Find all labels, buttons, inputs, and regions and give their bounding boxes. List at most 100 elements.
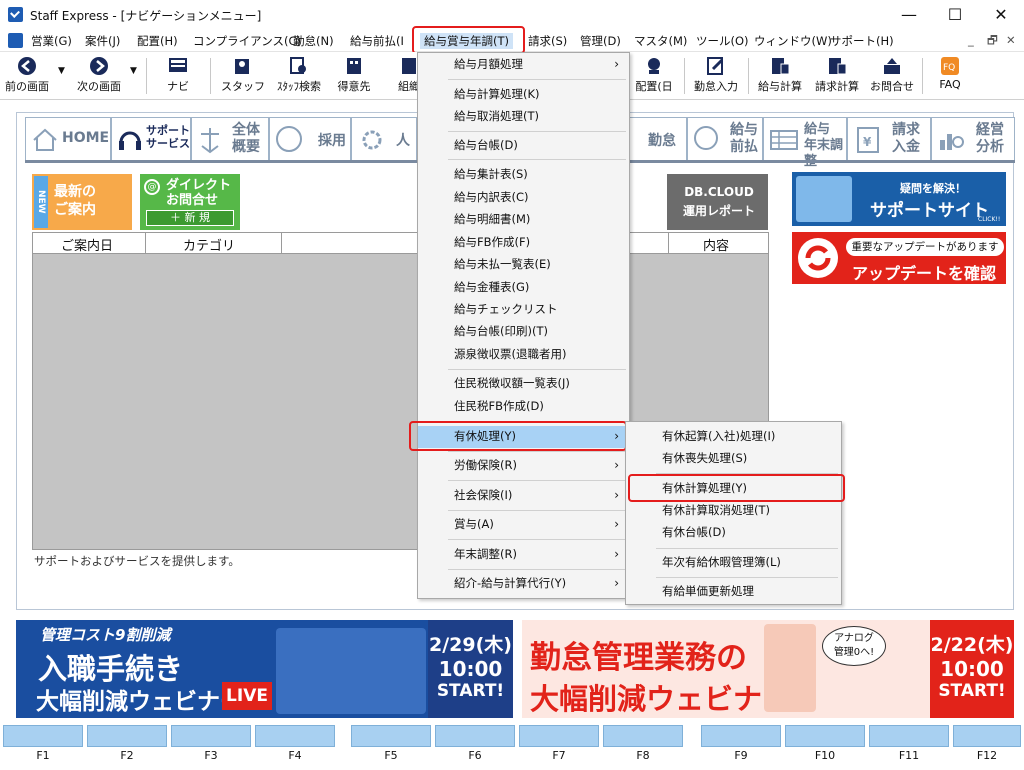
webinar-ad-attendance[interactable]: 勤怠管理業務の 大幅削減ウェビナー アナログ 管理0へ! 2/22(木) 10:… bbox=[522, 620, 1014, 718]
inquiry-button[interactable]: お問合せ bbox=[866, 52, 918, 100]
staff-button[interactable]: スタッフ bbox=[220, 52, 266, 100]
paid-leave-submenu: 有休起算(入社)処理(I) 有休喪失処理(S) 有休計算処理(Y) 有休計算取消… bbox=[625, 421, 842, 605]
back-dropdown-icon[interactable]: ▼ bbox=[58, 66, 65, 76]
f8-key[interactable] bbox=[603, 725, 683, 747]
menu-item-denomination[interactable]: 給与金種表(G) bbox=[418, 277, 629, 298]
update-banner[interactable]: 重要なアップデートがあります アップデートを確認 bbox=[792, 232, 1006, 284]
f2-key[interactable] bbox=[87, 725, 167, 747]
f9-key[interactable] bbox=[701, 725, 781, 747]
menu-item-monthly-payroll[interactable]: 給与月額処理 › bbox=[418, 54, 629, 75]
minimize-button[interactable]: — bbox=[886, 0, 932, 30]
f1-key[interactable] bbox=[3, 725, 83, 747]
menu-master[interactable]: マスタ(M) bbox=[634, 33, 687, 49]
submenu-item-leave-unit-update[interactable]: 有給単価更新処理 bbox=[626, 581, 841, 602]
column-category[interactable]: カテゴリ bbox=[183, 235, 235, 254]
menu-item-resident-tax-fb[interactable]: 住民税FB作成(D) bbox=[418, 396, 629, 417]
tab-personnel[interactable]: 人 bbox=[351, 117, 417, 161]
menu-item-payslip[interactable]: 給与明細書(M) bbox=[418, 209, 629, 230]
staff-search-button[interactable]: ｽﾀｯﾌ検索 bbox=[272, 52, 326, 100]
menu-billing[interactable]: 請求(S) bbox=[528, 33, 567, 49]
menu-item-social-insurance[interactable]: 社会保険(I) › bbox=[418, 485, 629, 506]
submenu-item-leave-forfeit[interactable]: 有休喪失処理(S) bbox=[626, 448, 841, 469]
tab-analytics[interactable]: 経営 分析 bbox=[931, 117, 1015, 161]
daily-placement-button[interactable]: 配置(日 bbox=[630, 52, 678, 100]
mdi-close-button[interactable]: ✕ bbox=[1006, 33, 1016, 47]
forward-dropdown-icon[interactable]: ▼ bbox=[130, 66, 137, 76]
menu-admin[interactable]: 管理(D) bbox=[580, 33, 621, 49]
payroll-table-icon bbox=[770, 130, 798, 150]
faq-button[interactable]: FQ FAQ bbox=[930, 52, 970, 100]
f10-key[interactable] bbox=[785, 725, 865, 747]
tab-billing[interactable]: ¥ 請求 入金 bbox=[847, 117, 931, 161]
customer-button[interactable]: 得意先 bbox=[332, 52, 376, 100]
back-button[interactable]: 前の画面 bbox=[2, 52, 52, 100]
menu-prepay[interactable]: 給与前払(I bbox=[350, 33, 404, 49]
menu-item-checklist[interactable]: 給与チェックリスト bbox=[418, 299, 629, 320]
column-content[interactable]: 内容 bbox=[703, 235, 729, 254]
maximize-button[interactable]: ☐ bbox=[932, 0, 978, 30]
menu-project[interactable]: 案件(J) bbox=[85, 33, 120, 49]
f3-key[interactable] bbox=[171, 725, 251, 747]
menu-compliance[interactable]: コンプライアンス(C) bbox=[193, 33, 301, 49]
menu-item-labor-insurance[interactable]: 労働保険(R) › bbox=[418, 455, 629, 476]
column-date[interactable]: ご案内日 bbox=[61, 235, 113, 254]
tab-home[interactable]: HOME bbox=[25, 117, 111, 161]
menu-item-payroll-calc[interactable]: 給与計算処理(K) bbox=[418, 84, 629, 105]
menu-item-referral-payroll[interactable]: 紹介-給与計算代行(Y) › bbox=[418, 573, 629, 594]
menu-item-payroll-fb[interactable]: 給与FB作成(F) bbox=[418, 232, 629, 253]
payroll-dropdown-menu: 給与月額処理 › 給与計算処理(K) 給与取消処理(T) 給与台帳(D) 給与集計… bbox=[417, 52, 630, 599]
close-button[interactable]: ✕ bbox=[978, 0, 1024, 30]
attendance-input-button[interactable]: 勤怠入力 bbox=[690, 52, 742, 100]
mdi-minimize-button[interactable]: _ bbox=[968, 33, 974, 47]
menu-sales[interactable]: 営業(G) bbox=[31, 33, 72, 49]
payroll-calc-button[interactable]: 給与計算 bbox=[754, 52, 806, 100]
forward-button[interactable]: 次の画面 bbox=[72, 52, 126, 100]
latest-info-button[interactable]: NEW 最新の ご案内 bbox=[32, 174, 132, 230]
new-tag: NEW bbox=[34, 176, 48, 228]
menu-item-payroll-summary[interactable]: 給与集計表(S) bbox=[418, 164, 629, 185]
menu-item-payroll-cancel[interactable]: 給与取消処理(T) bbox=[418, 106, 629, 127]
menu-attendance[interactable]: 勤怠(N) bbox=[293, 33, 334, 49]
invoice-yen-icon: ¥ bbox=[857, 127, 879, 153]
direct-inquiry-button[interactable]: ダイレクト お問合せ @ ＋ 新 規 bbox=[140, 174, 240, 230]
info-table-header: ご案内日 カテゴリ 内容 bbox=[32, 232, 769, 254]
f11-key[interactable] bbox=[869, 725, 949, 747]
submenu-item-leave-start[interactable]: 有休起算(入社)処理(I) bbox=[626, 426, 841, 447]
f12-key[interactable] bbox=[953, 725, 1021, 747]
tab-overview[interactable]: 全体 概要 bbox=[191, 117, 269, 161]
tab-prepay[interactable]: 給与 前払 bbox=[687, 117, 763, 161]
menu-item-ledger-print[interactable]: 給与台帳(印刷)(T) bbox=[418, 321, 629, 342]
billing-calc-button[interactable]: 請求計算 bbox=[810, 52, 864, 100]
mdi-app-icon bbox=[8, 33, 23, 48]
tab-payroll-yearend[interactable]: 給与 年末調整 bbox=[763, 117, 847, 169]
menu-item-withholding-slip[interactable]: 源泉徴収票(退職者用) bbox=[418, 344, 629, 365]
f7-key[interactable] bbox=[519, 725, 599, 747]
menu-item-resident-tax-list[interactable]: 住民税徴収額一覧表(J) bbox=[418, 373, 629, 394]
attendance-edit-icon bbox=[707, 57, 724, 75]
f4-key[interactable] bbox=[255, 725, 335, 747]
menu-tools[interactable]: ツール(O) bbox=[696, 33, 749, 49]
f5-key[interactable] bbox=[351, 725, 431, 747]
menu-support[interactable]: サポート(H) bbox=[830, 33, 894, 49]
svg-text:¥: ¥ bbox=[863, 135, 872, 149]
mdi-restore-button[interactable]: 🗗 bbox=[987, 33, 998, 52]
menu-item-bonus[interactable]: 賞与(A) › bbox=[418, 514, 629, 535]
menu-window[interactable]: ウィンドウ(W) bbox=[754, 33, 832, 49]
tab-attendance[interactable]: 勤怠 bbox=[625, 117, 687, 161]
submenu-item-leave-register[interactable]: 年次有給休暇管理簿(L) bbox=[626, 552, 841, 573]
menu-placement[interactable]: 配置(H) bbox=[137, 33, 178, 49]
menu-item-year-end-adjustment[interactable]: 年末調整(R) › bbox=[418, 544, 629, 565]
menu-item-payroll-ledger[interactable]: 給与台帳(D) bbox=[418, 135, 629, 156]
menu-item-payroll-breakdown[interactable]: 給与内訳表(C) bbox=[418, 187, 629, 208]
menu-item-unpaid-list[interactable]: 給与未払一覧表(E) bbox=[418, 254, 629, 275]
navi-button[interactable]: ナビ bbox=[158, 52, 198, 100]
db-cloud-report-button[interactable]: DB.CLOUD 運用レポート bbox=[667, 174, 768, 230]
submenu-item-leave-ledger[interactable]: 有休台帳(D) bbox=[626, 522, 841, 543]
submenu-item-leave-calc-cancel[interactable]: 有休計算取消処理(T) bbox=[626, 500, 841, 521]
tab-recruit[interactable]: 採用 bbox=[269, 117, 351, 161]
support-site-banner[interactable]: 疑問を解決！ サポートサイト CLICK!! bbox=[792, 172, 1006, 226]
webinar-ad-onboarding[interactable]: 管理コスト9割削減 入職手続き 大幅削減ウェビナー LIVE 2/29(木) 1… bbox=[16, 620, 513, 718]
submenu-arrow-icon: › bbox=[614, 458, 619, 472]
f6-key[interactable] bbox=[435, 725, 515, 747]
tab-support-service[interactable]: サポート サービス bbox=[111, 117, 191, 161]
